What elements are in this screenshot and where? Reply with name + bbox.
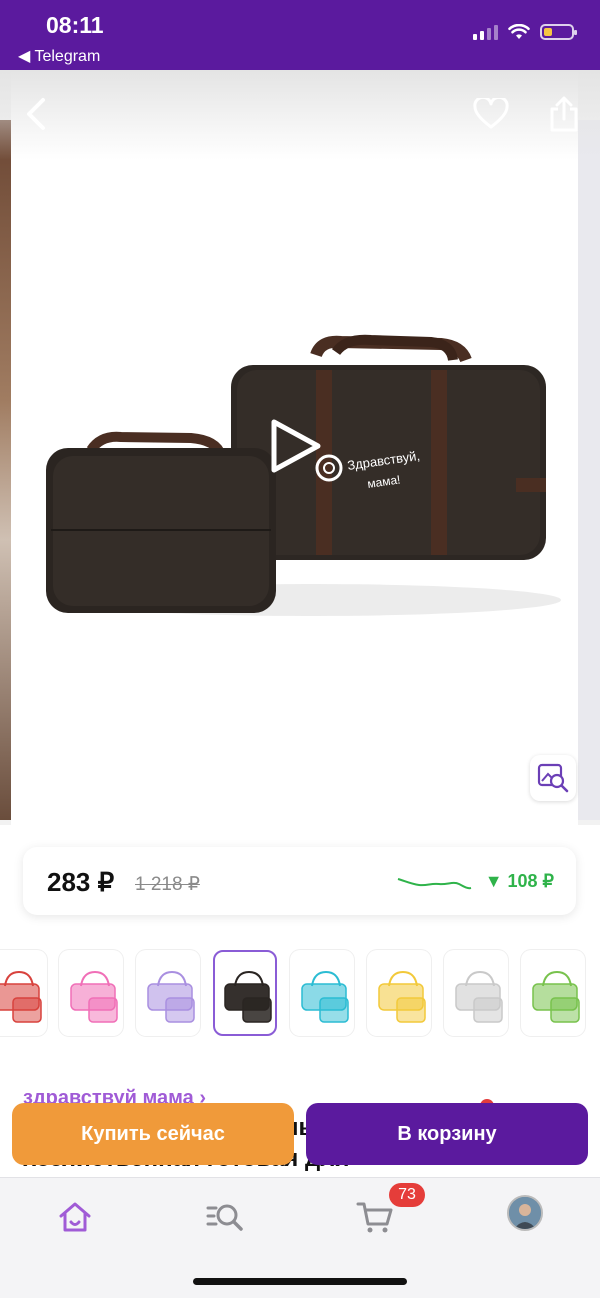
battery-icon	[540, 24, 577, 40]
cart-count-badge: 73	[389, 1183, 425, 1207]
status-time: 08:11	[46, 12, 104, 38]
favorite-button[interactable]	[469, 92, 513, 136]
cart-icon	[356, 1202, 393, 1233]
color-swatch[interactable]	[367, 950, 431, 1036]
share-button[interactable]	[542, 92, 586, 136]
wifi-icon	[508, 24, 530, 39]
visual-search-button[interactable]	[530, 755, 576, 801]
old-price: 1 218 ₽	[135, 874, 200, 895]
bag-thumbnail-icon	[147, 970, 195, 1023]
color-swatch[interactable]	[213, 950, 277, 1036]
next-image-peek[interactable]	[578, 120, 600, 820]
color-swatch[interactable]	[136, 950, 200, 1036]
color-variants[interactable]	[0, 950, 600, 1040]
search-list-icon	[206, 1204, 243, 1231]
system-icons	[473, 24, 577, 40]
buy-now-button[interactable]: Купить сейчас	[12, 1103, 294, 1165]
home-indicator	[193, 1278, 407, 1285]
bag-thumbnail-icon	[378, 970, 426, 1023]
price-card[interactable]: 283 ₽ 1 218 ₽ ▼ 108 ₽	[23, 847, 576, 915]
bag-thumbnail-icon	[70, 970, 118, 1023]
price-drop: ▼ 108 ₽	[484, 871, 554, 891]
back-button[interactable]	[14, 92, 58, 136]
previous-image-peek[interactable]	[0, 120, 11, 820]
image-search-icon	[537, 763, 569, 793]
color-swatch[interactable]	[444, 950, 508, 1036]
tab-catalog-search[interactable]	[200, 1192, 250, 1242]
bag-thumbnail-icon	[224, 970, 272, 1023]
price-history-sparkline	[397, 878, 472, 890]
bag-thumbnail-icon	[301, 970, 349, 1023]
back-to-telegram-link[interactable]: ◀ Telegram	[18, 46, 100, 66]
product-gallery[interactable]: Здравствуй, мама!	[0, 70, 600, 825]
heart-icon	[473, 98, 509, 129]
color-swatch[interactable]	[521, 950, 585, 1036]
current-price: 283 ₽	[47, 867, 115, 897]
share-icon	[550, 96, 578, 132]
chevron-left-icon	[27, 98, 45, 130]
color-swatch[interactable]	[290, 950, 354, 1036]
play-icon	[271, 419, 321, 473]
bag-thumbnail-icon	[455, 970, 503, 1023]
home-icon	[59, 1202, 91, 1232]
status-bar: 08:11 ◀ Telegram	[0, 0, 600, 70]
tab-profile-avatar[interactable]	[507, 1195, 543, 1231]
color-swatch[interactable]	[59, 950, 123, 1036]
signal-icon	[473, 24, 498, 40]
add-to-cart-button[interactable]: В корзину	[306, 1103, 588, 1165]
tab-home[interactable]	[50, 1192, 100, 1242]
bag-thumbnail-icon	[532, 970, 580, 1023]
bag-thumbnail-icon	[0, 970, 42, 1023]
play-video-button[interactable]	[266, 416, 326, 476]
color-swatch[interactable]	[0, 950, 47, 1036]
avatar-icon	[509, 1197, 541, 1229]
